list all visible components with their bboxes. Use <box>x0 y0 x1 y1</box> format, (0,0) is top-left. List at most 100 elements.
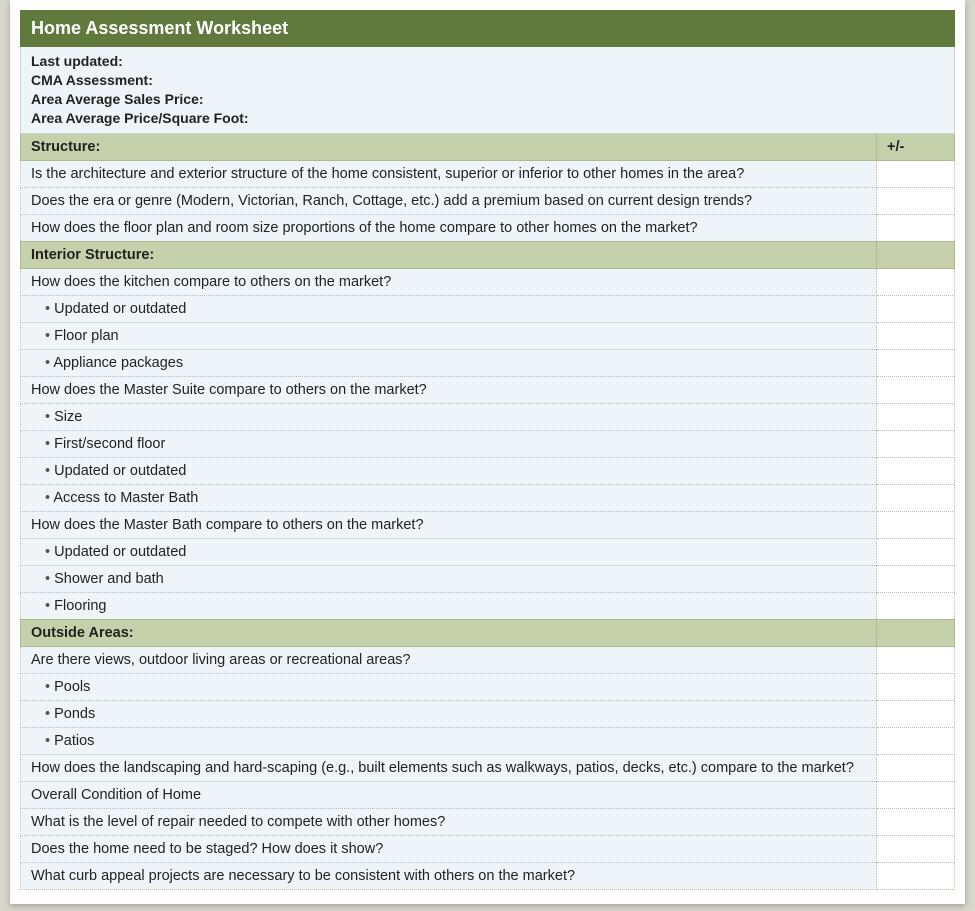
row-bullet-text: Size <box>31 409 82 425</box>
worksheet-page: Home Assessment WorksheetLast updated:CM… <box>10 0 965 904</box>
worksheet-row: How does the kitchen compare to others o… <box>21 268 955 295</box>
pm-input-cell[interactable] <box>876 295 954 322</box>
row-bullet-text: Access to Master Bath <box>31 490 198 506</box>
pm-input-cell[interactable] <box>876 403 954 430</box>
worksheet-row: Shower and bath <box>21 565 955 592</box>
worksheet-row: Updated or outdated <box>21 538 955 565</box>
pm-input-cell[interactable] <box>876 511 954 538</box>
row-text: How does the floor plan and room size pr… <box>31 220 698 236</box>
meta-cell: Last updated:CMA Assessment:Area Average… <box>21 47 955 134</box>
row-label-cell: Appliance packages <box>21 349 877 376</box>
pm-input-cell[interactable] <box>876 268 954 295</box>
pm-input-cell[interactable] <box>876 214 954 241</box>
pm-input-cell[interactable] <box>876 187 954 214</box>
pm-input-cell[interactable] <box>876 673 954 700</box>
pm-header-cell <box>876 241 954 268</box>
worksheet-row: What is the level of repair needed to co… <box>21 808 955 835</box>
worksheet-row: Is the architecture and exterior structu… <box>21 160 955 187</box>
pm-header-cell: +/- <box>876 133 954 160</box>
section-heading: Structure: <box>21 133 877 160</box>
worksheet-row: How does the Master Bath compare to othe… <box>21 511 955 538</box>
pm-input-cell[interactable] <box>876 700 954 727</box>
row-text: How does the Master Bath compare to othe… <box>31 517 424 533</box>
row-text: Overall Condition of Home <box>31 787 201 803</box>
pm-input-cell[interactable] <box>876 565 954 592</box>
pm-input-cell[interactable] <box>876 781 954 808</box>
row-label-cell: How does the kitchen compare to others o… <box>21 268 877 295</box>
pm-input-cell[interactable] <box>876 484 954 511</box>
pm-input-cell[interactable] <box>876 349 954 376</box>
pm-input-cell[interactable] <box>876 538 954 565</box>
worksheet-row: Pools <box>21 673 955 700</box>
row-label-cell: Pools <box>21 673 877 700</box>
pm-input-cell[interactable] <box>876 646 954 673</box>
worksheet-title: Home Assessment Worksheet <box>21 11 955 47</box>
row-bullet-text: First/second floor <box>31 436 165 452</box>
section-heading: Interior Structure: <box>21 241 877 268</box>
row-label-cell: Is the architecture and exterior structu… <box>21 160 877 187</box>
worksheet-row: Ponds <box>21 700 955 727</box>
row-label-cell: Does the era or genre (Modern, Victorian… <box>21 187 877 214</box>
row-bullet-text: Shower and bath <box>31 571 164 587</box>
section-heading-row: Interior Structure: <box>21 241 955 268</box>
meta-row: Last updated:CMA Assessment:Area Average… <box>21 47 955 134</box>
row-label-cell: Size <box>21 403 877 430</box>
row-label-cell: Flooring <box>21 592 877 619</box>
pm-input-cell[interactable] <box>876 160 954 187</box>
row-label-cell: Does the home need to be staged? How doe… <box>21 835 877 862</box>
worksheet-row: Patios <box>21 727 955 754</box>
worksheet-row: Flooring <box>21 592 955 619</box>
worksheet-row: Updated or outdated <box>21 457 955 484</box>
pm-input-cell[interactable] <box>876 754 954 781</box>
worksheet-row: Size <box>21 403 955 430</box>
worksheet-row: Are there views, outdoor living areas or… <box>21 646 955 673</box>
row-label-cell: Floor plan <box>21 322 877 349</box>
meta-area-avg-psf: Area Average Price/Square Foot: <box>31 109 946 128</box>
row-bullet-text: Updated or outdated <box>31 463 186 479</box>
worksheet-table: Home Assessment WorksheetLast updated:CM… <box>20 10 955 890</box>
row-text: Does the era or genre (Modern, Victorian… <box>31 193 752 209</box>
pm-input-cell[interactable] <box>876 835 954 862</box>
worksheet-row: First/second floor <box>21 430 955 457</box>
row-label-cell: Access to Master Bath <box>21 484 877 511</box>
worksheet-row: Floor plan <box>21 322 955 349</box>
meta-area-avg-sales: Area Average Sales Price: <box>31 90 946 109</box>
row-label-cell: Patios <box>21 727 877 754</box>
pm-input-cell[interactable] <box>876 376 954 403</box>
row-bullet-text: Updated or outdated <box>31 544 186 560</box>
row-label-cell: What is the level of repair needed to co… <box>21 808 877 835</box>
pm-input-cell[interactable] <box>876 808 954 835</box>
meta-last-updated: Last updated: <box>31 52 946 71</box>
pm-input-cell[interactable] <box>876 322 954 349</box>
row-label-cell: How does the Master Bath compare to othe… <box>21 511 877 538</box>
pm-input-cell[interactable] <box>876 592 954 619</box>
row-label-cell: Updated or outdated <box>21 457 877 484</box>
row-label-cell: How does the Master Suite compare to oth… <box>21 376 877 403</box>
row-label-cell: Are there views, outdoor living areas or… <box>21 646 877 673</box>
row-text: Does the home need to be staged? How doe… <box>31 841 383 857</box>
worksheet-row: Access to Master Bath <box>21 484 955 511</box>
pm-input-cell[interactable] <box>876 430 954 457</box>
row-bullet-text: Pools <box>31 679 90 695</box>
worksheet-row: Does the home need to be staged? How doe… <box>21 835 955 862</box>
section-heading: Outside Areas: <box>21 619 877 646</box>
row-label-cell: How does the floor plan and room size pr… <box>21 214 877 241</box>
row-text: Is the architecture and exterior structu… <box>31 166 744 182</box>
worksheet-row: Does the era or genre (Modern, Victorian… <box>21 187 955 214</box>
pm-input-cell[interactable] <box>876 862 954 889</box>
title-row: Home Assessment Worksheet <box>21 11 955 47</box>
row-bullet-text: Flooring <box>31 598 107 614</box>
row-label-cell: First/second floor <box>21 430 877 457</box>
row-label-cell: How does the landscaping and hard-scapin… <box>21 754 877 781</box>
pm-input-cell[interactable] <box>876 727 954 754</box>
row-bullet-text: Floor plan <box>31 328 119 344</box>
worksheet-row: How does the Master Suite compare to oth… <box>21 376 955 403</box>
worksheet-row: What curb appeal projects are necessary … <box>21 862 955 889</box>
section-heading-row: Structure:+/- <box>21 133 955 160</box>
pm-input-cell[interactable] <box>876 457 954 484</box>
row-label-cell: Ponds <box>21 700 877 727</box>
row-label-cell: What curb appeal projects are necessary … <box>21 862 877 889</box>
worksheet-row: Updated or outdated <box>21 295 955 322</box>
row-bullet-text: Patios <box>31 733 94 749</box>
worksheet-row: Overall Condition of Home <box>21 781 955 808</box>
